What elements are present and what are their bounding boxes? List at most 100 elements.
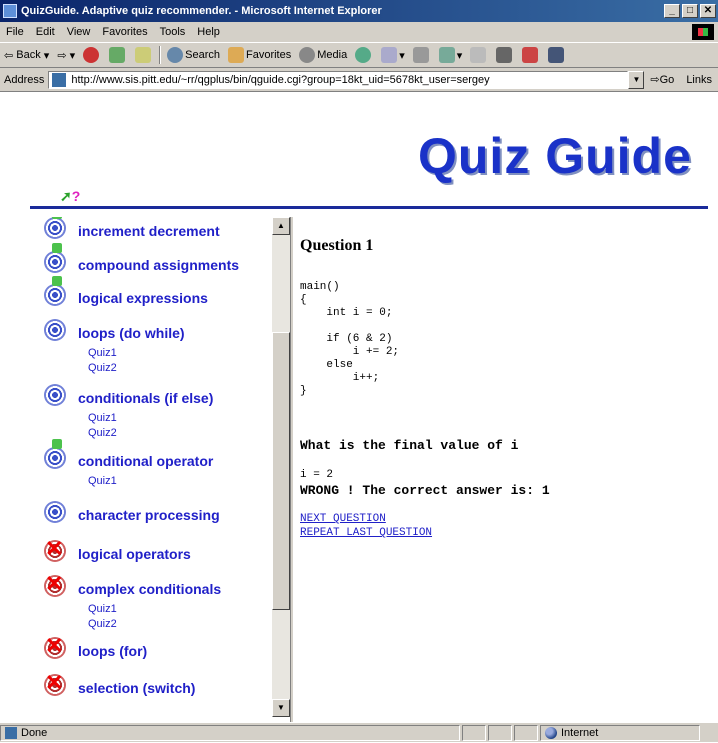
question-title: Question 1 — [300, 237, 374, 254]
target-icon — [44, 217, 66, 239]
media-icon — [299, 47, 316, 63]
quiz-link[interactable]: Quiz2 — [88, 362, 117, 374]
status-text-cell: Done — [0, 725, 460, 741]
quiz-guide-logo: Quiz Guide — [418, 128, 692, 184]
quiz-link[interactable]: Quiz1 — [88, 412, 117, 424]
status-cell-1 — [462, 725, 486, 741]
messenger-button[interactable] — [492, 47, 518, 63]
media-label: Media — [317, 49, 348, 61]
links-button[interactable]: Links — [680, 74, 718, 86]
target-blocked-icon — [44, 538, 66, 562]
stop-icon — [83, 47, 100, 63]
frame-divider[interactable] — [290, 217, 293, 722]
search-label: Search — [185, 49, 220, 61]
stop-button[interactable] — [79, 47, 105, 63]
quiz-link[interactable]: Quiz1 — [88, 347, 117, 359]
ie-app-icon — [3, 4, 17, 18]
page-done-icon — [5, 727, 17, 739]
search-icon — [167, 47, 184, 63]
back-button[interactable]: ⇦ Back ▾ — [0, 49, 53, 62]
discuss-button[interactable] — [466, 47, 492, 63]
topic-item: selection (switch) — [44, 672, 195, 696]
menu-favorites[interactable]: Favorites — [96, 26, 153, 38]
calendar-button[interactable] — [544, 47, 570, 63]
topic-link[interactable]: logical operators — [78, 546, 191, 562]
maximize-button[interactable]: □ — [682, 4, 698, 18]
topic-frame: increment decrement compound assignments l… — [0, 217, 290, 722]
history-button[interactable] — [351, 47, 377, 63]
topic-link[interactable]: complex conditionals — [78, 581, 221, 597]
target-icon — [44, 384, 66, 406]
topic-link[interactable]: loops (for) — [78, 643, 147, 659]
scroll-down-button[interactable]: ▼ — [272, 699, 290, 717]
arrow-icon: ➚ — [60, 188, 72, 204]
address-dropdown[interactable]: ▼ — [628, 70, 645, 89]
topic-link[interactable]: selection (switch) — [78, 680, 195, 696]
status-zone: Internet — [540, 725, 700, 741]
next-question-link[interactable]: NEXT QUESTION — [300, 513, 386, 525]
topic-item: increment decrement — [44, 217, 220, 239]
quiz-link[interactable]: Quiz2 — [88, 618, 117, 630]
address-label: Address — [4, 73, 45, 86]
menu-tools[interactable]: Tools — [154, 26, 192, 38]
edit-button[interactable]: ▾ — [435, 47, 467, 63]
quiz-link[interactable]: Quiz1 — [88, 603, 117, 615]
topic-link[interactable]: loops (do while) — [78, 325, 185, 341]
scroll-thumb[interactable] — [272, 332, 290, 610]
quiz-link[interactable]: Quiz1 — [88, 475, 117, 487]
repeat-question-link[interactable]: REPEAT LAST QUESTION — [300, 527, 432, 539]
favorites-button[interactable]: Favorites — [224, 47, 295, 63]
close-button[interactable]: ✕ — [700, 4, 716, 18]
topic-link[interactable]: increment decrement — [78, 223, 220, 239]
edit-icon — [438, 47, 455, 63]
topic-item: loops (do while) — [44, 319, 185, 341]
topic-link[interactable]: compound assignments — [78, 257, 239, 273]
status-zone-label: Internet — [561, 727, 599, 739]
topic-item: logical expressions — [44, 276, 208, 306]
topic-link[interactable]: conditional operator — [78, 453, 213, 469]
menu-view[interactable]: View — [61, 26, 97, 38]
status-cell-3 — [514, 725, 538, 741]
topic-link[interactable]: logical expressions — [78, 290, 208, 306]
target-icon — [44, 243, 66, 273]
calendar-icon — [548, 47, 565, 63]
topic-scrollbar[interactable]: ▲ ▼ — [272, 217, 290, 717]
gift-button[interactable] — [518, 47, 544, 63]
back-arrow-icon: ⇦ — [4, 49, 14, 62]
status-bar: Done Internet — [0, 722, 718, 743]
topic-item: loops (for) — [44, 635, 147, 659]
user-answer: i = 2 — [300, 469, 334, 481]
minimize-button[interactable]: _ — [664, 4, 680, 18]
home-button[interactable] — [131, 47, 157, 63]
windows-logo-icon — [692, 24, 714, 40]
refresh-button[interactable] — [105, 47, 131, 63]
discuss-icon — [470, 47, 487, 63]
window-title: QuizGuide. Adaptive quiz recommender. - … — [21, 5, 382, 17]
menu-edit[interactable]: Edit — [30, 26, 61, 38]
mail-button[interactable]: ▾ — [377, 47, 409, 63]
topic-link[interactable]: conditionals (if else) — [78, 390, 213, 406]
qg-mark: ➚? — [60, 188, 80, 205]
topic-item: logical operators — [44, 538, 191, 562]
menu-file[interactable]: File — [0, 26, 30, 38]
scroll-up-button[interactable]: ▲ — [272, 217, 290, 235]
target-icon — [44, 439, 66, 469]
quiz-link[interactable]: Quiz2 — [88, 427, 117, 439]
target-icon — [44, 276, 66, 306]
search-button[interactable]: Search — [163, 47, 224, 63]
target-blocked-icon — [44, 672, 66, 696]
print-button[interactable] — [409, 47, 435, 63]
favorites-icon — [227, 47, 244, 63]
media-button[interactable]: Media — [295, 47, 351, 63]
menu-help[interactable]: Help — [191, 26, 226, 38]
go-button[interactable]: ⇨Go — [644, 73, 680, 86]
target-blocked-icon — [44, 635, 66, 659]
messenger-icon — [496, 47, 513, 63]
banner-divider — [30, 206, 708, 209]
refresh-icon — [109, 47, 126, 63]
internet-globe-icon — [545, 727, 557, 739]
topic-link[interactable]: character processing — [78, 507, 220, 523]
forward-button[interactable]: ⇨ ▾ — [53, 49, 79, 62]
address-input[interactable]: http://www.sis.pitt.edu/~rr/qgplus/bin/q… — [48, 70, 629, 89]
gift-icon — [522, 47, 539, 63]
